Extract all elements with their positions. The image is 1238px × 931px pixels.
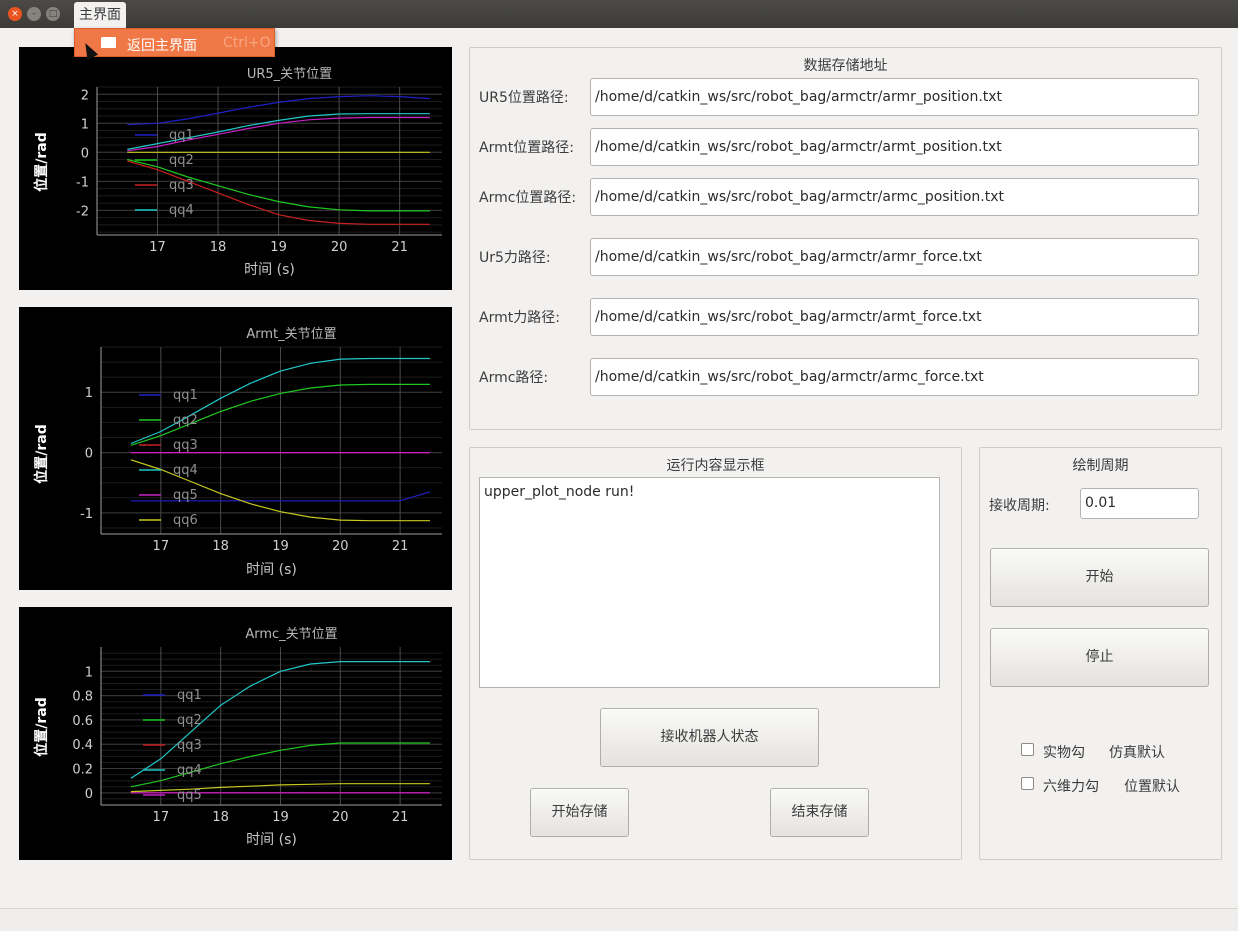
legend-label-qq5: qq5 [173,488,198,503]
legend-label-qq3: qq3 [173,438,198,453]
legend-label-qq2: qq2 [173,413,198,428]
chart-title: Armt_关节位置 [246,327,336,342]
x-axis-label: 时间 (s) [244,262,295,278]
x-axis-label: 时间 (s) [246,832,297,848]
position-default-label: 位置默认 [1124,779,1180,795]
y-axis-label: 位置/rad [33,132,50,192]
armc-position-label: Armc位置路径: [479,190,577,206]
plot-armc: 17 18 19 20 21 1 0.8 0.6 0.4 0.2 0 qq1 qq2 qq3 qq4 qq5 A… [19,607,452,860]
y-tick-label: 0.2 [72,763,93,778]
status-bar [0,908,1238,931]
six-axis-force-checkbox[interactable] [1021,777,1034,790]
y-axis-label: 位置/rad [33,424,50,484]
x-tick-label: 19 [272,810,289,825]
y-tick-label: 1 [85,665,93,680]
real-robot-label: 实物勾 [1043,745,1085,761]
start-save-button[interactable]: 开始存储 [530,788,629,837]
y-tick-label: -1 [80,507,93,522]
x-tick-label: 21 [392,810,409,825]
legend-label-qq1: qq1 [169,128,194,143]
legend-label-qq2: qq2 [169,153,194,168]
menu-item-back-to-main[interactable]: 返回主界面 [127,35,197,55]
armt-position-label: Armt位置路径: [479,140,574,156]
x-tick-label: 21 [391,240,408,255]
menu-item-checkbox-icon [101,37,116,48]
x-tick-label: 21 [392,539,409,554]
y-tick-label: -1 [76,175,89,190]
ur5-force-path-input[interactable]: /home/d/catkin_ws/src/robot_bag/armctr/a… [590,238,1199,276]
chart-title: UR5_关节位置 [247,67,332,82]
x-tick-label: 19 [270,240,287,255]
x-tick-label: 19 [272,539,289,554]
armt-force-path-input[interactable]: /home/d/catkin_ws/src/robot_bag/armctr/a… [590,298,1199,336]
x-tick-label: 20 [331,240,348,255]
ur5-force-label: Ur5力路径: [479,250,551,266]
armc-joint-chart: 17 18 19 20 21 1 0.8 0.6 0.4 0.2 0 qq1 qq2 qq3 qq4 qq5 A… [33,627,442,848]
real-robot-checkbox[interactable] [1021,743,1034,756]
x-tick-label: 20 [332,810,349,825]
minimize-window-button[interactable]: – [27,7,41,21]
y-axis-label: 位置/rad [33,697,50,757]
maximize-window-button[interactable]: □ [46,7,60,21]
armc-position-path-input[interactable]: /home/d/catkin_ws/src/robot_bag/armctr/a… [590,178,1199,216]
legend-label-qq6: qq6 [173,513,198,528]
start-button[interactable]: 开始 [990,548,1209,607]
y-tick-label: 0 [81,146,89,161]
ur5-joint-chart: 17 18 19 20 21210-1-2qq1qq2qq3qq4UR5_关节位置时间 … [33,67,442,278]
legend-label-qq3: qq3 [169,178,194,193]
menu-item-shortcut: Ctrl+O [223,35,271,51]
y-tick-label: 0.8 [72,690,93,705]
y-tick-label: 0 [85,447,93,462]
legend-label-qq4: qq4 [177,763,202,778]
legend-label-qq1: qq1 [177,688,202,703]
armt-force-label: Armt力路径: [479,310,560,326]
plot-period-title: 绘制周期 [1072,458,1129,474]
y-tick-label: 0.6 [72,714,93,729]
menu-main[interactable]: 主界面 [74,2,126,28]
simulation-default-label: 仿真默认 [1109,745,1165,761]
legend-label-qq2: qq2 [177,713,202,728]
legend-label-qq1: qq1 [173,388,198,403]
x-tick-label: 17 [149,240,166,255]
run-output-textarea[interactable]: upper_plot_node run! [479,477,940,688]
legend-label-qq4: qq4 [173,463,198,478]
legend-label-qq3: qq3 [177,738,202,753]
y-tick-label: -2 [76,204,89,219]
stop-save-button[interactable]: 结束存储 [770,788,869,837]
x-tick-label: 18 [212,539,229,554]
run-output-title: 运行内容显示框 [666,458,765,474]
six-axis-force-label: 六维力勾 [1043,779,1099,795]
x-tick-label: 18 [212,810,229,825]
plot-ur5: 17 18 19 20 21 2 1 0 -1 -2 qq1 qq2 qq3 qq4 UR5_关节位置 时间 … [19,47,452,290]
legend-label-qq4: qq4 [169,203,194,218]
x-axis-label: 时间 (s) [246,562,297,578]
receive-period-label: 接收周期: [989,498,1050,514]
armc-force-path-input[interactable]: /home/d/catkin_ws/src/robot_bag/armctr/a… [590,358,1199,396]
x-tick-label: 18 [210,240,227,255]
storage-title: 数据存储地址 [803,58,888,74]
ur5-position-label: UR5位置路径: [479,90,569,106]
x-tick-label: 17 [153,810,170,825]
plot-armt: 17 18 19 20 21 1 0 -1 qq1 qq2 qq3 qq4 qq5 qq6 Armt_关节位… [19,307,452,590]
armc-force-label: Armc路径: [479,370,549,386]
armt-joint-chart: 17 18 19 20 21 1 0 -1 qq1 qq2 qq3 qq4 qq5 qq6 Armt_关节位… [33,327,442,578]
ur5-position-path-input[interactable]: /home/d/catkin_ws/src/robot_bag/armctr/a… [590,78,1199,116]
main-menu-dropdown: 返回主界面 Ctrl+O [74,28,275,57]
y-tick-label: 1 [81,117,89,132]
stop-button[interactable]: 停止 [990,628,1209,687]
close-window-button[interactable]: × [8,7,22,21]
x-tick-label: 17 [153,539,170,554]
legend-label-qq5: qq5 [177,788,202,803]
y-tick-label: 2 [81,88,89,103]
y-tick-label: 0.4 [72,738,93,753]
chart-title: Armc_关节位置 [245,627,337,642]
title-bar: × – □ 主界面 [0,0,1238,28]
receive-robot-state-button[interactable]: 接收机器人状态 [600,708,819,767]
y-tick-label: 1 [85,386,93,401]
y-tick-label: 0 [85,787,93,802]
armt-position-path-input[interactable]: /home/d/catkin_ws/src/robot_bag/armctr/a… [590,128,1199,166]
receive-period-input[interactable]: 0.01 [1080,488,1199,519]
x-tick-label: 20 [332,539,349,554]
